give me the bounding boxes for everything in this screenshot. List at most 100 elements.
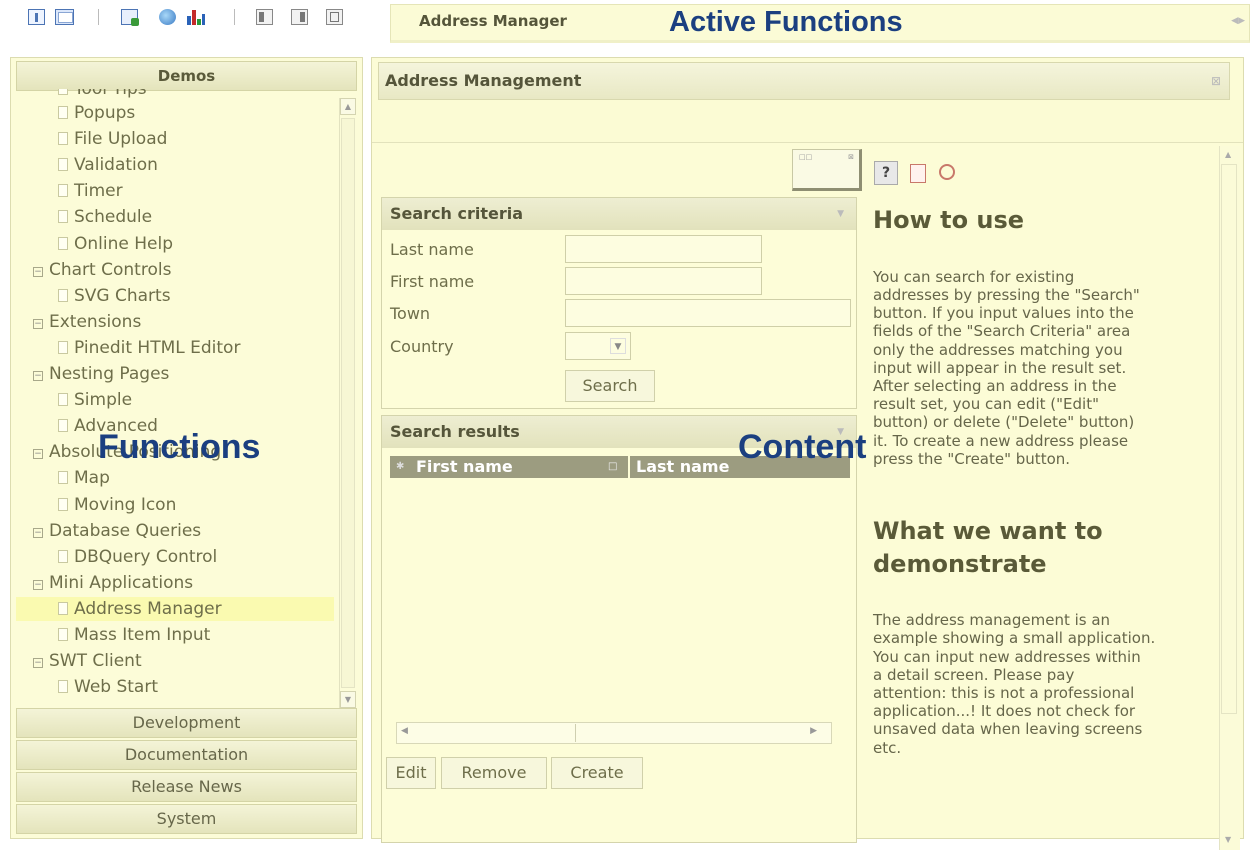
tree-item[interactable]: Mass Item Input xyxy=(58,623,210,647)
tree-item-label: Database Queries xyxy=(49,520,202,541)
country-select[interactable]: ▼ xyxy=(565,332,631,360)
info-icon[interactable] xyxy=(28,9,45,25)
tree-item[interactable]: Address Manager xyxy=(16,596,334,621)
active-tab-address-manager[interactable]: Address Manager xyxy=(419,12,567,30)
scroll-thumb[interactable] xyxy=(409,724,576,742)
popup-window-button[interactable]: □□ ⊠ xyxy=(792,149,862,191)
collapse-toggle-icon[interactable]: − xyxy=(33,318,43,329)
close-icon[interactable]: ⊠ xyxy=(1211,63,1221,99)
search-criteria-title: Search criteria ▼ xyxy=(382,198,856,230)
tree-item[interactable]: − Chart Controls xyxy=(33,258,171,282)
tree-item[interactable]: − Nesting Pages xyxy=(33,362,169,386)
scroll-right-icon[interactable]: ▶ xyxy=(810,726,817,736)
tree-item[interactable]: Popups xyxy=(58,101,135,125)
scroll-left-icon[interactable]: ◀ xyxy=(401,726,408,736)
town-label: Town xyxy=(390,304,431,323)
help-scrollbar[interactable]: ▲ ▼ xyxy=(1219,146,1240,850)
tree-item[interactable]: Moving Icon xyxy=(58,493,176,517)
collapse-toggle-icon[interactable]: − xyxy=(33,527,43,538)
tree-item[interactable]: Timer xyxy=(58,179,123,203)
active-functions-overlay-label: Active Functions xyxy=(669,6,903,38)
tree-item[interactable]: − Extensions xyxy=(33,310,141,334)
collapse-icon[interactable]: ▼ xyxy=(837,198,844,230)
select-all-icon[interactable]: ✱ xyxy=(396,456,404,478)
bar-chart-icon[interactable] xyxy=(186,9,206,25)
column-last-name[interactable]: Last name xyxy=(636,456,729,478)
tree-item[interactable]: Validation xyxy=(58,153,158,177)
last-name-field[interactable] xyxy=(565,235,762,263)
column-first-name[interactable]: First name xyxy=(416,456,513,478)
tree-item-label: DBQuery Control xyxy=(74,546,218,567)
document-icon xyxy=(58,549,68,563)
scroll-up-icon[interactable]: ▲ xyxy=(1225,150,1231,159)
create-button[interactable]: Create xyxy=(551,757,643,789)
tree-item[interactable]: Web Start xyxy=(58,675,158,699)
chevron-down-icon: ▼ xyxy=(610,338,626,354)
collapse-toggle-icon[interactable]: − xyxy=(33,449,43,460)
layout-right-icon[interactable] xyxy=(291,9,308,25)
document-icon xyxy=(58,680,68,694)
tree-item[interactable]: Map xyxy=(58,466,110,490)
tree-item[interactable]: SVG Charts xyxy=(58,284,171,308)
document-icon xyxy=(58,419,68,433)
accordion-documentation[interactable]: Documentation xyxy=(16,740,357,770)
results-grid-body[interactable] xyxy=(390,478,850,718)
results-horizontal-scrollbar[interactable]: ◀ ▶ xyxy=(396,722,832,744)
tree-item[interactable]: Pinedit HTML Editor xyxy=(58,336,240,360)
content-panel: Address Management ⊠ □□ ⊠ Search criteri… xyxy=(371,57,1244,850)
scroll-thumb[interactable] xyxy=(341,118,355,688)
toolbar-separator xyxy=(234,9,235,25)
tree-item[interactable]: − SWT Client xyxy=(33,649,142,673)
accordion-demos[interactable]: Demos xyxy=(16,61,357,91)
address-management-title-bar: Address Management ⊠ xyxy=(378,62,1230,100)
layout-left-icon[interactable] xyxy=(256,9,273,25)
scroll-down-icon[interactable]: ▼ xyxy=(340,691,356,708)
accordion-system[interactable]: System xyxy=(16,804,357,834)
tree-item[interactable]: − Mini Applications xyxy=(33,571,193,595)
tree-item[interactable]: Schedule xyxy=(58,205,152,229)
first-name-field[interactable] xyxy=(565,267,762,295)
toolbar xyxy=(0,0,380,40)
export-icon[interactable] xyxy=(121,9,139,26)
tree-item[interactable]: File Upload xyxy=(58,127,167,151)
accordion-release-news[interactable]: Release News xyxy=(16,772,357,802)
accordion-development[interactable]: Development xyxy=(16,708,357,738)
help-icon[interactable]: ? xyxy=(874,161,898,185)
tree-item[interactable]: DBQuery Control xyxy=(58,545,217,569)
demo-tree: Tool Tips Popups File Upload Validation Tim… xyxy=(16,89,338,705)
town-field[interactable] xyxy=(565,299,851,327)
tree-item-label: Mass Item Input xyxy=(74,625,211,645)
document-icon xyxy=(58,132,68,146)
search-button[interactable]: Search xyxy=(565,370,655,402)
collapse-toggle-icon[interactable]: − xyxy=(33,266,43,277)
document-icon xyxy=(58,628,68,641)
window-icon[interactable] xyxy=(55,9,74,25)
edit-button[interactable]: Edit xyxy=(386,757,436,789)
scroll-up-icon[interactable]: ▲ xyxy=(340,98,356,115)
collapse-toggle-icon[interactable]: − xyxy=(33,579,43,590)
globe-icon[interactable] xyxy=(159,9,176,25)
tree-item-partial[interactable]: Tool Tips xyxy=(58,89,147,101)
settings-icon[interactable] xyxy=(936,161,960,185)
collapse-toggle-icon[interactable]: − xyxy=(33,658,43,669)
active-functions-bar: Address Manager Active Functions ◀▶ xyxy=(390,4,1250,43)
document-icon xyxy=(58,288,68,302)
tree-item-label: Absolute Positioning xyxy=(49,442,222,463)
tree-item[interactable]: Simple xyxy=(58,388,132,412)
tree-scrollbar[interactable]: ▲ ▼ xyxy=(339,98,357,708)
tree-item[interactable]: Online Help xyxy=(58,232,173,256)
layout-close-icon[interactable] xyxy=(326,9,343,25)
tab-scroll-arrows-icon[interactable]: ◀▶ xyxy=(1231,16,1245,26)
column-menu-icon[interactable]: □ xyxy=(608,456,617,478)
tree-item[interactable]: Advanced xyxy=(58,414,158,438)
collapse-icon[interactable]: ▼ xyxy=(837,416,844,448)
print-icon[interactable] xyxy=(907,161,931,185)
tree-item[interactable]: − Absolute Positioning xyxy=(33,440,221,464)
collapse-toggle-icon[interactable]: − xyxy=(33,371,43,381)
tree-item-label: Online Help xyxy=(74,233,173,254)
panel-toolbar-strip xyxy=(372,100,1243,143)
remove-button[interactable]: Remove xyxy=(441,757,547,789)
tree-item[interactable]: − Database Queries xyxy=(33,519,201,543)
scroll-down-icon[interactable]: ▼ xyxy=(1225,835,1231,844)
scroll-thumb[interactable] xyxy=(1221,164,1237,714)
